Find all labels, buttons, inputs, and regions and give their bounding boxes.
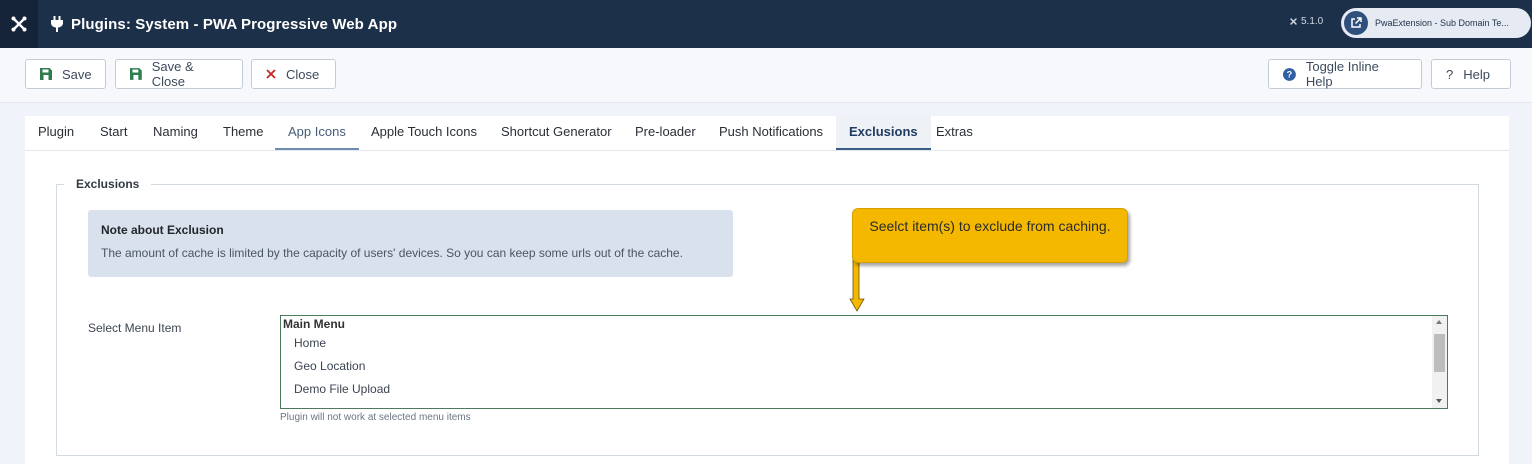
- save-close-label: Save & Close: [151, 59, 194, 89]
- main-panel: Plugin Start Naming Theme App Icons Appl…: [25, 116, 1509, 464]
- help-button[interactable]: ? Help: [1431, 59, 1511, 89]
- joomla-logo-icon[interactable]: [0, 0, 38, 48]
- tab-app-icons[interactable]: App Icons: [275, 116, 359, 150]
- close-button[interactable]: Close: [251, 59, 336, 89]
- fieldset-legend: Exclusions: [64, 176, 152, 192]
- field-hint: Plugin will not work at selected menu it…: [280, 412, 471, 423]
- scroll-down-arrow-icon[interactable]: [1436, 399, 1442, 403]
- annotation-callout: Seelct item(s) to exclude from caching.: [852, 208, 1128, 263]
- tab-theme[interactable]: Theme: [210, 116, 276, 148]
- tab-apple-touch-icons[interactable]: Apple Touch Icons: [358, 116, 490, 148]
- tab-extras[interactable]: Extras: [923, 116, 986, 148]
- select-menu-item-label: Select Menu Item: [88, 321, 182, 335]
- svg-text:?: ?: [1287, 69, 1293, 79]
- close-label: Close: [286, 66, 320, 82]
- option-demo-file-upload[interactable]: Demo File Upload: [294, 382, 390, 396]
- joomla-version: 5.1.0: [1289, 16, 1323, 27]
- callout-text: Seelct item(s) to exclude from caching.: [869, 218, 1111, 234]
- callout-pointer: [849, 255, 865, 312]
- save-label: Save: [62, 66, 92, 82]
- site-link-label: PwaExtension - Sub Domain Te...: [1375, 18, 1509, 28]
- save-icon: [40, 68, 52, 80]
- save-close-button[interactable]: Save & Close: [115, 59, 243, 89]
- tab-exclusions[interactable]: Exclusions: [836, 116, 931, 150]
- question-mark-icon: ?: [1446, 66, 1454, 82]
- option-geo-location[interactable]: Geo Location: [294, 359, 365, 373]
- toolbar: Save Save & Close Close ? Toggle Inline …: [0, 48, 1532, 103]
- option-home[interactable]: Home: [294, 336, 326, 350]
- version-text: 5.1.0: [1301, 16, 1324, 27]
- note-title: Note about Exclusion: [101, 223, 224, 237]
- site-link-button[interactable]: PwaExtension - Sub Domain Te...: [1341, 8, 1531, 38]
- close-icon: [266, 69, 276, 79]
- joomla-small-icon: [1290, 18, 1297, 25]
- save-button[interactable]: Save: [25, 59, 106, 89]
- help-label: Help: [1463, 66, 1490, 82]
- question-circle-icon: ?: [1283, 67, 1296, 81]
- external-link-icon: [1344, 11, 1368, 35]
- tab-naming[interactable]: Naming: [140, 116, 211, 148]
- listbox-scrollbar[interactable]: [1432, 316, 1447, 408]
- toggle-help-label: Toggle Inline Help: [1305, 59, 1379, 89]
- save-icon: [130, 68, 142, 80]
- toggle-inline-help-button[interactable]: ? Toggle Inline Help: [1268, 59, 1422, 89]
- tab-start[interactable]: Start: [87, 116, 140, 148]
- menu-item-multiselect[interactable]: Main Menu Home Geo Location Demo File Up…: [280, 315, 1448, 409]
- exclusion-note: Note about Exclusion The amount of cache…: [88, 210, 733, 277]
- note-body: The amount of cache is limited by the ca…: [101, 246, 683, 260]
- scroll-up-arrow-icon[interactable]: [1436, 320, 1442, 324]
- page-title: Plugins: System - PWA Progressive Web Ap…: [71, 15, 398, 33]
- tab-shortcut-generator[interactable]: Shortcut Generator: [488, 116, 625, 148]
- tab-bar: Plugin Start Naming Theme App Icons Appl…: [25, 116, 1509, 151]
- tab-push-notifications[interactable]: Push Notifications: [706, 116, 836, 148]
- tab-pre-loader[interactable]: Pre-loader: [622, 116, 709, 148]
- optgroup-main-menu: Main Menu: [283, 317, 345, 331]
- tab-plugin[interactable]: Plugin: [25, 116, 87, 148]
- plug-icon: [51, 16, 63, 32]
- scrollbar-thumb[interactable]: [1434, 334, 1445, 372]
